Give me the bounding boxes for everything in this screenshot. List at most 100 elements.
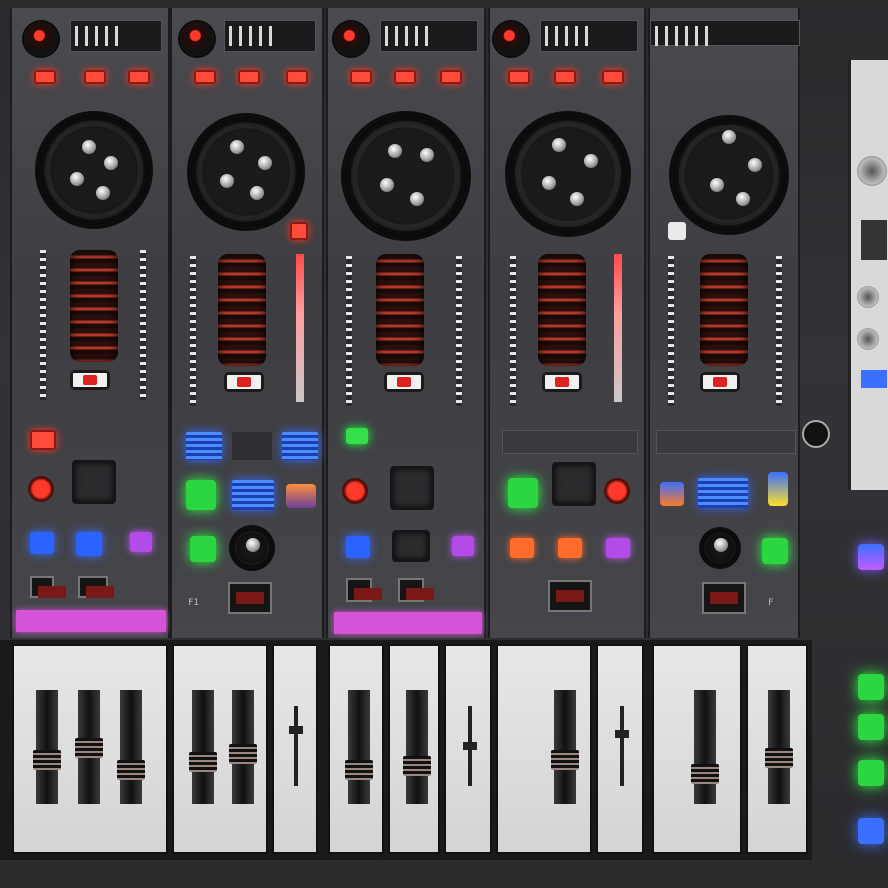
channel-lcd <box>186 432 222 460</box>
side-button[interactable] <box>858 760 884 786</box>
channel-readout <box>398 578 434 602</box>
rotary-knob-icon[interactable] <box>857 156 887 186</box>
slider-fader-icon[interactable] <box>765 690 793 804</box>
rotary-knob-icon[interactable] <box>344 114 468 238</box>
aux-knob[interactable] <box>802 420 830 448</box>
channel-gain-coil <box>700 254 748 366</box>
slider-fader-icon[interactable] <box>551 690 579 804</box>
toggle-switch-icon[interactable] <box>224 372 264 392</box>
channel-color-strip <box>334 612 482 634</box>
rotary-knob-icon[interactable] <box>857 286 879 308</box>
rotary-knob-icon[interactable] <box>857 328 879 350</box>
record-dot-icon[interactable] <box>180 22 214 56</box>
led-indicator <box>290 222 308 240</box>
level-meter-icon <box>776 256 782 406</box>
channel-gain-coil <box>538 254 586 366</box>
channel-header-display <box>224 20 316 52</box>
fader-panel <box>328 644 384 854</box>
channel-strip-3 <box>326 8 486 638</box>
select-led[interactable] <box>762 538 788 564</box>
slider-fader-icon[interactable] <box>33 690 61 804</box>
fader-panel <box>652 644 742 854</box>
slider-fader-icon[interactable] <box>403 690 431 804</box>
channel-strip-5: F <box>648 8 800 638</box>
channel-readout <box>548 580 592 612</box>
led-indicator <box>554 70 576 84</box>
slider-fader-icon[interactable] <box>289 706 303 786</box>
slider-fader-icon[interactable] <box>189 690 217 804</box>
mute-led[interactable] <box>508 478 538 508</box>
side-button[interactable] <box>858 544 884 570</box>
select-led[interactable] <box>346 536 370 558</box>
led-indicator <box>238 70 260 84</box>
led-indicator <box>84 70 106 84</box>
fader-panel <box>172 644 268 854</box>
slider-fader-icon[interactable] <box>229 690 257 804</box>
side-button[interactable] <box>858 714 884 740</box>
led-indicator <box>286 484 316 508</box>
rotary-knob-icon[interactable] <box>190 116 302 228</box>
led-indicator <box>602 70 624 84</box>
led-indicator <box>194 70 216 84</box>
led-indicator <box>768 472 788 506</box>
channel-pad[interactable] <box>392 530 430 562</box>
led-indicator <box>128 70 150 84</box>
record-dot-icon[interactable] <box>334 22 368 56</box>
slider-fader-icon[interactable] <box>75 690 103 804</box>
led-indicator <box>606 538 630 558</box>
channel-pad[interactable] <box>72 460 116 504</box>
side-button[interactable] <box>858 818 884 844</box>
select-led[interactable] <box>190 536 216 562</box>
channel-lcd <box>232 480 274 510</box>
slider-fader-icon[interactable] <box>463 706 477 786</box>
level-meter-icon <box>296 254 304 402</box>
mute-led[interactable] <box>346 428 368 444</box>
slider-fader-icon[interactable] <box>615 706 629 786</box>
channel-header-display <box>656 430 796 454</box>
pad-label: F <box>768 598 774 608</box>
side-button[interactable] <box>858 674 884 700</box>
rotary-knob-icon[interactable] <box>702 530 738 566</box>
channel-strip-4 <box>488 8 646 638</box>
led-indicator <box>660 482 684 506</box>
record-dot-icon[interactable] <box>28 476 54 502</box>
channel-lcd <box>698 478 748 508</box>
select-led[interactable] <box>76 532 102 556</box>
channel-readout <box>78 576 114 598</box>
led-indicator <box>350 70 372 84</box>
mute-led[interactable] <box>30 430 56 450</box>
slider-fader-icon[interactable] <box>117 690 145 804</box>
rotary-knob-icon[interactable] <box>38 114 150 226</box>
channel-readout <box>228 582 272 614</box>
fader-panel <box>444 644 492 854</box>
toggle-switch-icon[interactable] <box>384 372 424 392</box>
channel-gain-coil <box>218 254 266 366</box>
select-led[interactable] <box>558 538 582 558</box>
slider-fader-icon[interactable] <box>345 690 373 804</box>
record-dot-icon[interactable] <box>494 22 528 56</box>
led-indicator <box>452 536 474 556</box>
toggle-switch-icon[interactable] <box>70 370 110 390</box>
fader-panel <box>388 644 440 854</box>
level-meter-icon <box>668 256 674 406</box>
led-indicator <box>508 70 530 84</box>
record-dot-icon[interactable] <box>24 22 58 56</box>
channel-pad[interactable] <box>390 466 434 510</box>
toggle-switch-icon[interactable] <box>542 372 582 392</box>
channel-pad[interactable] <box>552 462 596 506</box>
slider-fader-icon[interactable] <box>691 690 719 804</box>
side-display <box>861 220 887 260</box>
select-led[interactable] <box>30 532 54 554</box>
led-indicator <box>34 70 56 84</box>
rotary-knob-icon[interactable] <box>232 528 272 568</box>
mute-led[interactable] <box>186 480 216 510</box>
channel-header-display <box>502 430 638 454</box>
channel-readout <box>346 578 382 602</box>
rotary-knob-icon[interactable] <box>508 114 628 234</box>
channel-gain-coil <box>376 254 424 366</box>
record-dot-icon[interactable] <box>604 478 630 504</box>
fader-panel <box>272 644 318 854</box>
rotary-knob-icon[interactable] <box>672 118 786 232</box>
toggle-switch-icon[interactable] <box>700 372 740 392</box>
record-dot-icon[interactable] <box>342 478 368 504</box>
